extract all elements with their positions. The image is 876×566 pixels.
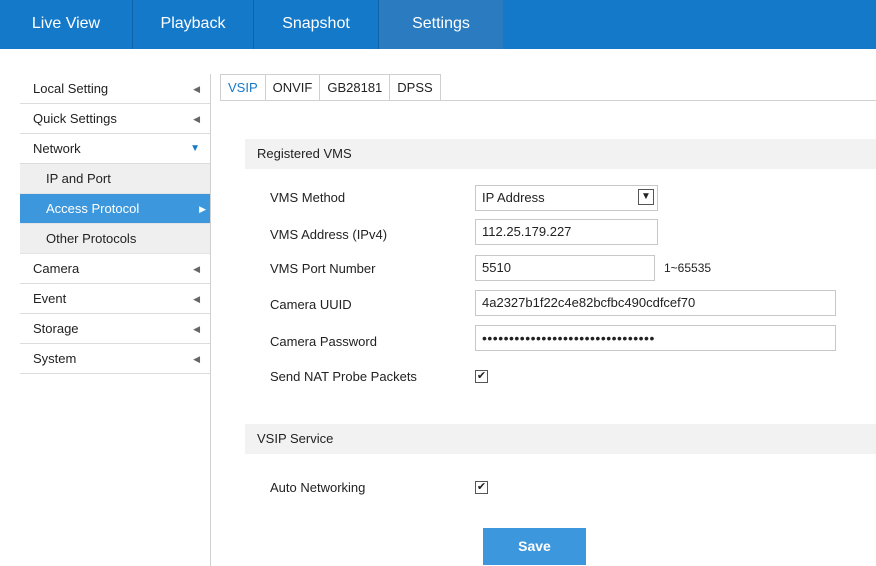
vms-method-select[interactable]: IP Address ▼ (475, 185, 658, 211)
section-header-vsip-service: VSIP Service (245, 424, 876, 454)
sidebar-item-label: Camera (33, 261, 80, 276)
sidebar-subitem-access-protocol[interactable]: Access Protocol ▶ (20, 194, 210, 224)
vms-method-value: IP Address (482, 190, 545, 205)
camera-password-input[interactable]: •••••••••••••••••••••••••••••••• (475, 325, 836, 351)
sidebar-item-local-setting[interactable]: Local Setting ◀ (20, 74, 210, 104)
sidebar-item-event[interactable]: Event ◀ (20, 284, 210, 314)
sidebar-item-label: IP and Port (46, 171, 111, 186)
nav-snapshot[interactable]: Snapshot (254, 0, 379, 49)
sidebar-item-network[interactable]: Network ▼ (20, 134, 210, 164)
chevron-left-icon: ◀ (193, 114, 200, 124)
vms-port-range-hint: 1~65535 (664, 261, 712, 275)
chevron-down-icon: ▼ (638, 189, 654, 205)
top-navigation-bar: Live View Playback Snapshot Settings (0, 0, 876, 49)
camera-uuid-input[interactable]: 4a2327b1f22c4e82bcfbc490cdfcef70 (475, 290, 836, 316)
vms-port-input[interactable]: 5510 (475, 255, 655, 281)
vms-address-label: VMS Address (IPv4) (270, 227, 388, 242)
tab-gb28181[interactable]: GB28181 (319, 74, 391, 100)
send-nat-probe-checkbox[interactable]: ✔ (475, 370, 488, 383)
section-header-registered-vms: Registered VMS (245, 139, 876, 169)
camera-password-label: Camera Password (270, 334, 377, 349)
sidebar-item-camera[interactable]: Camera ◀ (20, 254, 210, 284)
sidebar-subitem-ip-and-port[interactable]: IP and Port (20, 164, 210, 194)
chevron-right-icon: ▶ (199, 204, 206, 214)
send-nat-probe-label: Send NAT Probe Packets (270, 369, 417, 384)
sidebar-item-label: Storage (33, 321, 79, 336)
chevron-left-icon: ◀ (193, 354, 200, 364)
nav-settings[interactable]: Settings (379, 0, 503, 49)
vms-address-input[interactable]: 112.25.179.227 (475, 219, 658, 245)
auto-networking-label: Auto Networking (270, 480, 366, 495)
settings-sidebar: Local Setting ◀ Quick Settings ◀ Network… (20, 74, 210, 374)
camera-uuid-label: Camera UUID (270, 297, 352, 312)
sidebar-item-label: Other Protocols (46, 231, 137, 246)
tab-onvif[interactable]: ONVIF (264, 74, 321, 100)
chevron-left-icon: ◀ (193, 294, 200, 304)
checkmark-icon: ✔ (476, 481, 487, 493)
tab-dpss[interactable]: DPSS (389, 74, 441, 100)
sidebar-divider (210, 74, 211, 566)
sidebar-item-label: Network (33, 141, 81, 156)
checkmark-icon: ✔ (476, 370, 487, 382)
sidebar-item-label: Local Setting (33, 81, 109, 96)
save-button[interactable]: Save (483, 528, 586, 565)
chevron-left-icon: ◀ (193, 84, 200, 94)
sidebar-item-system[interactable]: System ◀ (20, 344, 210, 374)
sidebar-item-label: Quick Settings (33, 111, 117, 126)
vms-port-label: VMS Port Number (270, 261, 376, 276)
sidebar-item-label: Access Protocol (46, 201, 140, 216)
chevron-left-icon: ◀ (193, 324, 200, 334)
vms-method-label: VMS Method (270, 190, 346, 205)
protocol-tabs: VSIP ONVIF GB28181 DPSS (220, 74, 876, 101)
sidebar-item-label: System (33, 351, 77, 366)
nav-live-view[interactable]: Live View (0, 0, 133, 49)
nav-playback[interactable]: Playback (133, 0, 254, 49)
auto-networking-checkbox[interactable]: ✔ (475, 481, 488, 494)
sidebar-item-quick-settings[interactable]: Quick Settings ◀ (20, 104, 210, 134)
chevron-down-icon: ▼ (190, 143, 200, 154)
tab-vsip[interactable]: VSIP (220, 74, 266, 100)
sidebar-item-label: Event (33, 291, 67, 306)
sidebar-subitem-other-protocols[interactable]: Other Protocols (20, 224, 210, 254)
chevron-left-icon: ◀ (193, 264, 200, 274)
sidebar-item-storage[interactable]: Storage ◀ (20, 314, 210, 344)
